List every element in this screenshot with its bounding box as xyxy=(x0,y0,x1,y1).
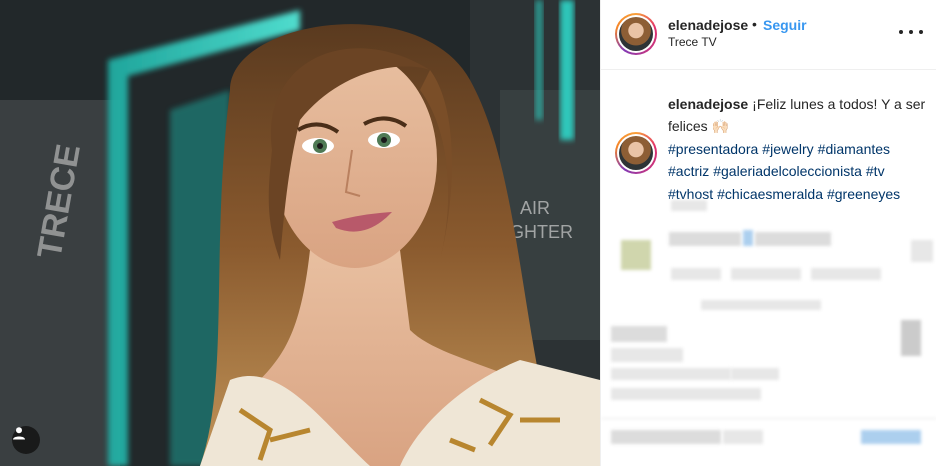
hashtag[interactable]: #presentadora xyxy=(668,141,758,157)
photo-illustration: TRECE AIR IGHTER xyxy=(0,0,600,466)
more-options-icon[interactable] xyxy=(899,22,923,42)
hashtag[interactable]: #tv xyxy=(866,163,885,179)
tagged-users-button[interactable] xyxy=(12,426,40,454)
hashtag[interactable]: #greeneyes xyxy=(827,186,900,202)
post-header: elenadejose • Seguir Trece TV xyxy=(601,0,936,70)
header-username[interactable]: elenadejose xyxy=(668,17,748,33)
post-side-panel: elenadejose • Seguir Trece TV elenadejos… xyxy=(600,0,936,466)
hashtag[interactable]: #diamantes xyxy=(818,141,890,157)
caption-username[interactable]: elenadejose xyxy=(668,96,748,112)
hashtag[interactable]: #actriz xyxy=(668,163,709,179)
follow-button[interactable]: Seguir xyxy=(763,17,807,33)
post-photo[interactable]: TRECE AIR IGHTER xyxy=(0,0,600,466)
avatar[interactable] xyxy=(615,13,657,55)
user-icon xyxy=(13,427,25,440)
hashtag[interactable]: #chicaesmeralda xyxy=(717,186,823,202)
hashtag[interactable]: #galeriadelcoleccionista xyxy=(713,163,862,179)
post-caption: elenadejose ¡Feliz lunes a todos! Y a ser… xyxy=(668,93,926,205)
caption-avatar[interactable] xyxy=(615,132,657,174)
background-sign-text-2: AIR xyxy=(520,198,550,218)
hashtag[interactable]: #jewelry xyxy=(762,141,813,157)
location-link[interactable]: Trece TV xyxy=(668,35,717,49)
separator-dot: • xyxy=(752,16,757,32)
